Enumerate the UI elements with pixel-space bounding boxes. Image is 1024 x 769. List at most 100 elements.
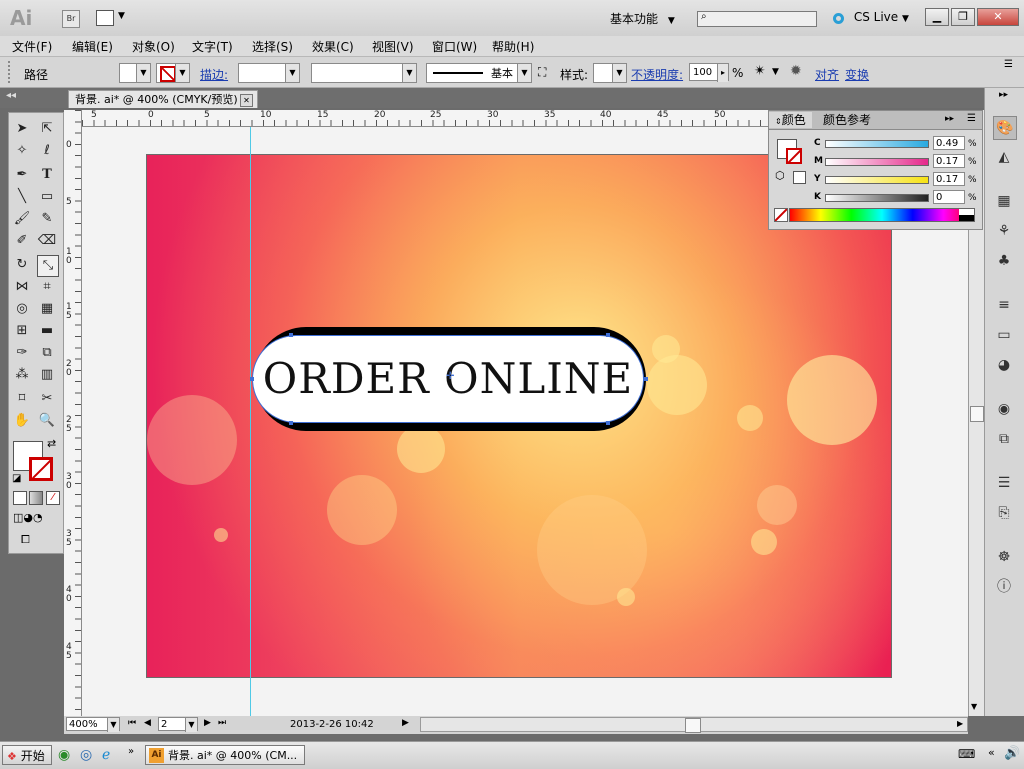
scale-tool-icon[interactable]: ⤡ bbox=[37, 255, 59, 277]
symbol-sprayer-tool-icon[interactable]: ⁂ bbox=[12, 365, 32, 385]
column-graph-tool-icon[interactable]: ▥ bbox=[37, 365, 57, 385]
color-spectrum-bar[interactable] bbox=[789, 208, 975, 222]
swap-fill-stroke-icon[interactable]: ⇄ bbox=[47, 437, 56, 450]
eyedropper-tool-icon[interactable]: ✑ bbox=[12, 343, 32, 363]
blend-tool-icon[interactable]: ⧉ bbox=[37, 343, 57, 363]
slice-tool-icon[interactable]: ✂ bbox=[37, 389, 57, 409]
vertical-guide-line[interactable] bbox=[250, 127, 251, 716]
close-button[interactable]: ✕ bbox=[977, 8, 1019, 26]
menu-object[interactable]: 对象(O) bbox=[132, 38, 175, 55]
black-swatch[interactable] bbox=[959, 215, 974, 221]
expand-panel-icon[interactable]: ▸▸ bbox=[945, 114, 954, 124]
collapse-toolbox-icon[interactable]: ◂◂ bbox=[6, 90, 16, 101]
blob-brush-tool-icon[interactable]: ✐ bbox=[12, 231, 32, 251]
anchor-point[interactable] bbox=[289, 333, 293, 337]
anchor-point[interactable] bbox=[606, 333, 610, 337]
shape-builder-tool-icon[interactable]: ◎ bbox=[12, 299, 32, 319]
direct-selection-tool-icon[interactable]: ⇱ bbox=[37, 119, 57, 139]
pen-tool-icon[interactable]: ✒ bbox=[12, 165, 32, 185]
opacity-input[interactable]: 100 ▸ bbox=[689, 63, 729, 82]
mesh-tool-icon[interactable]: ⊞ bbox=[12, 321, 32, 341]
color-mode-icon[interactable] bbox=[13, 491, 27, 505]
menu-view[interactable]: 视图(V) bbox=[372, 38, 414, 55]
eraser-tool-icon[interactable]: ⌫ bbox=[37, 231, 57, 251]
gear-icon[interactable]: ✹ bbox=[790, 63, 802, 79]
recolor-artwork-icon[interactable]: ✴ bbox=[754, 63, 766, 79]
grip-handle[interactable] bbox=[8, 61, 14, 83]
close-document-button[interactable]: ✕ bbox=[240, 94, 253, 107]
perspective-grid-tool-icon[interactable]: ▦ bbox=[37, 299, 57, 319]
speaker-icon[interactable]: 🔊 bbox=[1004, 746, 1020, 761]
bridge-button[interactable]: Br bbox=[62, 10, 80, 28]
out-of-gamut-cube-icon[interactable]: ⬡ bbox=[775, 169, 785, 182]
quick-launch-more-icon[interactable]: » bbox=[128, 746, 134, 757]
fill-swatch-dropdown[interactable]: ▼ bbox=[119, 63, 151, 83]
stroke-link[interactable]: 描边: bbox=[200, 66, 228, 83]
chevron-down-icon[interactable]: ▼ bbox=[118, 11, 125, 21]
gradient-tool-icon[interactable]: ▬ bbox=[37, 321, 57, 341]
panel-stroke-swatch[interactable] bbox=[786, 148, 802, 164]
none-mode-icon[interactable]: ⁄ bbox=[46, 491, 60, 505]
show-hidden-icons-icon[interactable]: « bbox=[988, 746, 995, 759]
hand-tool-icon[interactable]: ✋ bbox=[12, 411, 32, 431]
anchor-point[interactable] bbox=[250, 377, 254, 381]
brush-definition-dropdown[interactable]: 基本 ▼ bbox=[426, 63, 532, 83]
swatches-icon[interactable]: ▦ bbox=[993, 190, 1015, 212]
menu-select[interactable]: 选择(S) bbox=[252, 38, 293, 55]
tab-color-guide[interactable]: 颜色参考 bbox=[817, 112, 877, 128]
magic-wand-tool-icon[interactable]: ✧ bbox=[12, 141, 32, 161]
transform-link[interactable]: 变换 bbox=[845, 66, 869, 83]
default-fill-stroke-icon[interactable]: ◪ bbox=[12, 473, 21, 484]
screen-mode-icon[interactable]: ⧠ bbox=[21, 533, 47, 546]
black-slider[interactable] bbox=[825, 194, 929, 202]
opacity-link[interactable]: 不透明度: bbox=[631, 66, 683, 83]
symbols-icon[interactable]: ♣ bbox=[993, 250, 1015, 272]
variable-width-dropdown[interactable]: ▼ bbox=[311, 63, 417, 83]
align-link[interactable]: 对齐 bbox=[815, 66, 839, 83]
stroke-icon[interactable]: ≡ bbox=[993, 294, 1015, 316]
brushes-icon[interactable]: ⚘ bbox=[993, 220, 1015, 242]
control-panel-menu-icon[interactable]: ☰ bbox=[1004, 59, 1013, 70]
zoom-tool-icon[interactable]: 🔍 bbox=[37, 411, 57, 431]
free-transform-tool-icon[interactable]: ⌗ bbox=[37, 277, 57, 297]
last-artboard-icon[interactable]: ⏭ bbox=[218, 718, 226, 728]
taskbar-illustrator-item[interactable]: Ai 背景. ai* @ 400% (CM... bbox=[145, 745, 305, 765]
restore-button[interactable]: ❐ bbox=[951, 8, 975, 26]
minimize-button[interactable]: ▁ bbox=[925, 8, 949, 26]
cs-live-button[interactable]: CS Live ▼ bbox=[833, 10, 909, 24]
menu-window[interactable]: 窗口(W) bbox=[432, 38, 477, 55]
stroke-swatch-dropdown[interactable]: ▼ bbox=[156, 63, 190, 83]
scroll-right-arrow[interactable]: ▶ bbox=[957, 719, 963, 728]
arrange-documents-icon[interactable] bbox=[96, 10, 114, 26]
rectangle-tool-icon[interactable]: ▭ bbox=[37, 187, 57, 207]
menu-effect[interactable]: 效果(C) bbox=[312, 38, 354, 55]
paintbrush-tool-icon[interactable]: 🖌 bbox=[12, 209, 32, 229]
previous-artboard-icon[interactable]: ◀ bbox=[144, 718, 151, 728]
width-tool-icon[interactable]: ⋈ bbox=[12, 277, 32, 297]
color-palette-icon[interactable]: 🎨 bbox=[993, 116, 1017, 140]
collapse-dock-icon[interactable]: ▸▸ bbox=[999, 90, 1008, 100]
line-tool-icon[interactable]: ╲ bbox=[12, 187, 32, 207]
color-guide-icon[interactable]: ◭ bbox=[993, 146, 1015, 168]
anchor-point[interactable] bbox=[289, 421, 293, 425]
anchor-point[interactable] bbox=[606, 421, 610, 425]
tab-color[interactable]: ⇕颜色 bbox=[769, 112, 812, 128]
menu-edit[interactable]: 编辑(E) bbox=[72, 38, 113, 55]
browser-icon[interactable]: ◎ bbox=[80, 747, 92, 763]
brush-options-icon[interactable]: ⛶ bbox=[538, 65, 546, 80]
rotate-tool-icon[interactable]: ↻ bbox=[12, 255, 32, 275]
panel-menu-icon[interactable]: ☰ bbox=[967, 113, 976, 124]
info-icon[interactable]: ⓘ bbox=[993, 576, 1015, 598]
document-tab[interactable]: 背景. ai* @ 400% (CMYK/预览) ✕ bbox=[68, 90, 258, 108]
graphic-style-dropdown[interactable]: ▼ bbox=[593, 63, 627, 83]
gradient-icon[interactable]: ▭ bbox=[993, 324, 1015, 346]
stroke-color-box[interactable] bbox=[29, 457, 53, 481]
horizontal-scroll-thumb[interactable] bbox=[685, 718, 701, 733]
cyan-value-input[interactable]: 0.49 bbox=[933, 136, 965, 150]
menu-help[interactable]: 帮助(H) bbox=[492, 38, 534, 55]
start-button[interactable]: ❖ 开始 bbox=[2, 745, 52, 765]
scroll-down-arrow[interactable]: ▼ bbox=[971, 702, 977, 711]
magenta-slider[interactable] bbox=[825, 158, 929, 166]
selection-tool-icon[interactable]: ➤ bbox=[12, 119, 32, 139]
stroke-weight-field[interactable]: ▼ bbox=[238, 63, 300, 83]
